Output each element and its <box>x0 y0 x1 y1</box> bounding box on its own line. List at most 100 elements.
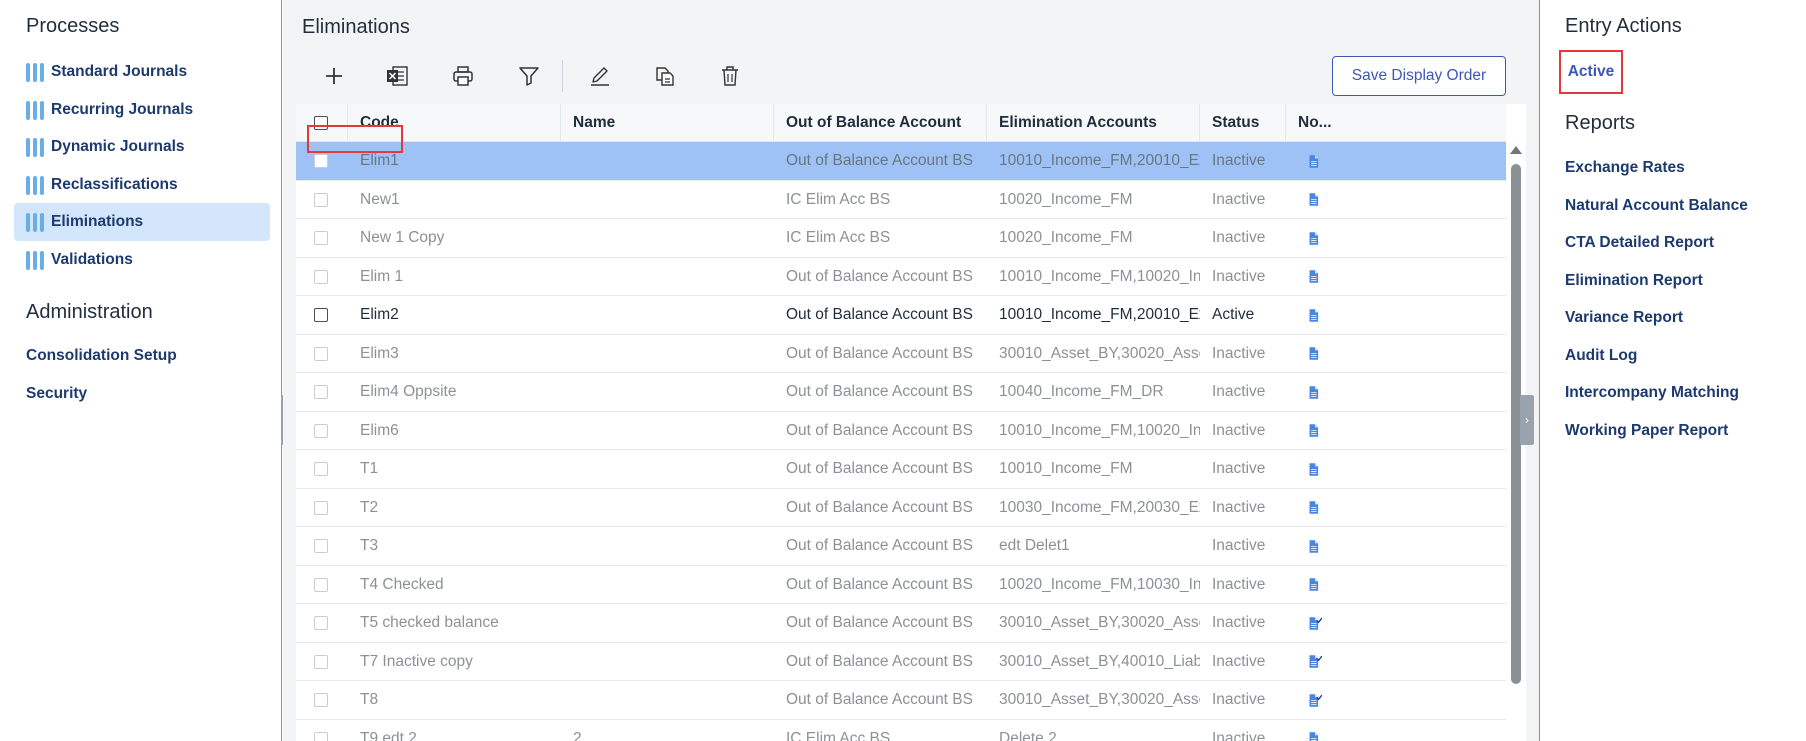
report-link-variance-report[interactable]: Variance Report <box>1565 309 1683 327</box>
column-header-out-of-balance-account[interactable]: Out of Balance Account <box>774 104 987 142</box>
status-cell: Inactive <box>1212 652 1266 670</box>
row-checkbox[interactable] <box>314 385 328 399</box>
security-link[interactable]: Security <box>26 385 87 403</box>
nav-item-dynamic-journals[interactable]: Dynamic Journals <box>14 128 270 166</box>
export-excel-button[interactable] <box>381 60 413 92</box>
row-checkbox[interactable] <box>314 577 328 592</box>
table-row[interactable]: Elim4 Oppsite Out of Balance Account BS 10… <box>296 373 1506 412</box>
bars-icon <box>26 212 44 232</box>
document-icon[interactable] <box>1308 499 1322 516</box>
document-icon[interactable] <box>1308 422 1322 439</box>
elimination-accounts-cell: 10010_Income_FM,10020_Inc... <box>999 267 1200 285</box>
table-row[interactable]: T9 edt 2 2 IC Elim Acc BS Delete 2 Inactive <box>296 720 1506 741</box>
report-link-intercompany-matching[interactable]: Intercompany Matching <box>1565 384 1739 402</box>
row-select-cell <box>296 258 348 296</box>
document-checked-icon[interactable] <box>1308 615 1322 632</box>
save-display-order-button[interactable]: Save Display Order <box>1332 56 1506 96</box>
document-icon[interactable] <box>1308 730 1322 741</box>
column-header-status[interactable]: Status <box>1200 104 1286 142</box>
nav-item-recurring-journals[interactable]: Recurring Journals <box>14 91 270 129</box>
column-header-name[interactable]: Name <box>561 104 774 142</box>
copy-button[interactable] <box>649 60 681 92</box>
table-row[interactable]: Elim2 Out of Balance Account BS 10010_Inco… <box>296 296 1506 335</box>
row-checkbox[interactable] <box>314 654 328 669</box>
filter-button[interactable] <box>513 60 545 92</box>
nav-item-reclassifications[interactable]: Reclassifications <box>14 166 270 204</box>
table-row[interactable]: T7 Inactive copy Out of Balance Account B… <box>296 643 1506 681</box>
notes-cell <box>1286 720 1344 741</box>
table-row[interactable]: New 1 Copy IC Elim Acc BS 10020_Income_FM I… <box>296 219 1506 258</box>
print-button[interactable] <box>447 60 479 92</box>
name-cell: 2 <box>573 729 582 741</box>
column-header-elimination-accounts[interactable]: Elimination Accounts <box>987 104 1200 142</box>
row-checkbox[interactable] <box>314 308 328 322</box>
elimination-accounts-cell: 10010_Income_FM,20010_Ex... <box>999 152 1200 169</box>
table-row[interactable]: Elim1 Out of Balance Account BS 10010_Inco… <box>296 142 1506 181</box>
row-checkbox[interactable] <box>314 693 328 707</box>
report-link-audit-log[interactable]: Audit Log <box>1565 347 1637 365</box>
scroll-up-arrow-icon[interactable] <box>1510 146 1522 154</box>
nav-item-standard-journals[interactable]: Standard Journals <box>14 53 270 91</box>
name-cell <box>561 181 774 219</box>
column-header-notes[interactable]: No... <box>1286 104 1344 142</box>
notes-cell <box>1286 450 1344 488</box>
row-checkbox[interactable] <box>314 192 328 207</box>
table-row[interactable]: Elim6 Out of Balance Account BS 10010_Inco… <box>296 412 1506 450</box>
report-link-exchange-rates[interactable]: Exchange Rates <box>1565 159 1685 177</box>
row-checkbox[interactable] <box>314 154 328 168</box>
column-header-code[interactable]: Code <box>348 104 561 142</box>
consolidation-setup-link[interactable]: Consolidation Setup <box>26 347 177 365</box>
report-link-natural-account-balance[interactable]: Natural Account Balance <box>1565 197 1748 215</box>
row-checkbox[interactable] <box>314 616 328 630</box>
table-row[interactable]: Elim 1 Out of Balance Account BS 10010_Inc… <box>296 258 1506 296</box>
document-icon[interactable] <box>1308 191 1322 208</box>
row-checkbox[interactable] <box>314 231 328 245</box>
collapse-right-panel-handle[interactable]: › <box>1520 395 1534 445</box>
document-icon[interactable] <box>1308 461 1322 478</box>
row-checkbox[interactable] <box>314 539 328 553</box>
document-icon[interactable] <box>1308 576 1322 593</box>
delete-button[interactable] <box>714 60 746 92</box>
active-action-button[interactable]: Active <box>1559 50 1623 94</box>
table-row[interactable]: T8 Out of Balance Account BS 30010_Asset_B… <box>296 681 1506 720</box>
row-checkbox[interactable] <box>314 423 328 438</box>
nav-item-validations[interactable]: Validations <box>14 241 270 279</box>
table-row[interactable]: T5 checked balance Out of Balance Account… <box>296 604 1506 643</box>
report-link-working-paper-report[interactable]: Working Paper Report <box>1565 422 1728 440</box>
code-cell: T2 <box>360 498 379 516</box>
add-button[interactable] <box>318 60 350 92</box>
select-all-checkbox[interactable] <box>314 116 328 130</box>
row-select-cell <box>296 720 348 741</box>
out-of-balance-account-cell: Out of Balance Account BS <box>786 652 973 670</box>
row-checkbox[interactable] <box>314 269 328 284</box>
document-icon[interactable] <box>1308 345 1322 362</box>
edit-button[interactable] <box>584 60 616 92</box>
row-checkbox[interactable] <box>314 462 328 476</box>
report-link-cta-detailed-report[interactable]: CTA Detailed Report <box>1565 234 1714 252</box>
table-row[interactable]: Elim3 Out of Balance Account BS 30010_Asse… <box>296 335 1506 373</box>
nav-item-eliminations[interactable]: Eliminations <box>14 203 270 241</box>
document-checked-icon[interactable] <box>1308 692 1322 709</box>
table-row[interactable]: T4 Checked Out of Balance Account BS 10020… <box>296 566 1506 604</box>
row-checkbox[interactable] <box>314 731 328 741</box>
table-row[interactable]: T1 Out of Balance Account BS 10010_Income_… <box>296 450 1506 489</box>
out-of-balance-account-cell: Out of Balance Account BS <box>786 691 973 708</box>
document-icon[interactable] <box>1308 538 1322 555</box>
row-checkbox[interactable] <box>314 346 328 361</box>
main-content: Eliminations Save Display Order Code Nam… <box>283 0 1539 741</box>
table-row[interactable]: T2 Out of Balance Account BS 10030_Income_… <box>296 489 1506 527</box>
reports-title: Reports <box>1565 112 1636 134</box>
document-checked-icon[interactable] <box>1308 653 1322 670</box>
table-row[interactable]: T3 Out of Balance Account BS edt Delet1 Ina… <box>296 527 1506 566</box>
notes-cell <box>1286 142 1344 180</box>
document-icon[interactable] <box>1308 384 1322 401</box>
name-cell <box>561 373 774 411</box>
row-checkbox[interactable] <box>314 500 328 515</box>
document-icon[interactable] <box>1308 268 1322 285</box>
document-icon[interactable] <box>1308 230 1322 247</box>
document-icon[interactable] <box>1308 307 1322 324</box>
document-icon[interactable] <box>1308 153 1322 170</box>
table-row[interactable]: New1 IC Elim Acc BS 10020_Income_FM Inactiv… <box>296 181 1506 219</box>
out-of-balance-account-cell: Out of Balance Account BS <box>786 575 973 593</box>
report-link-elimination-report[interactable]: Elimination Report <box>1565 272 1703 290</box>
